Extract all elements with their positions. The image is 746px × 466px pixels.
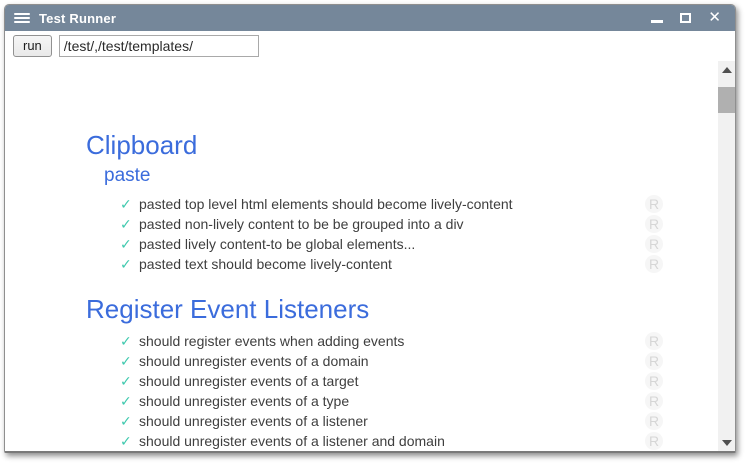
scrollbar-thumb[interactable] (718, 87, 735, 113)
section-group-title: paste (104, 165, 663, 187)
rerun-button[interactable]: R (645, 235, 663, 253)
rerun-button[interactable]: R (645, 195, 663, 213)
section-title: Register Event Listeners (86, 295, 663, 324)
test-section-clipboard: Clipboard paste ✓ pasted top level html … (86, 131, 663, 274)
check-icon: ✓ (120, 254, 132, 274)
rerun-button[interactable]: R (645, 332, 663, 350)
run-button[interactable]: run (13, 35, 52, 57)
test-label: should unregister events of a type (139, 391, 645, 411)
maximize-icon (680, 13, 691, 23)
minimize-button[interactable] (651, 11, 663, 25)
test-label: pasted lively content-to be global eleme… (139, 234, 645, 254)
check-icon: ✓ (120, 331, 132, 351)
check-icon: ✓ (120, 371, 132, 391)
section-title: Clipboard (86, 131, 663, 160)
test-row: ✓ pasted top level html elements should … (120, 194, 663, 214)
test-row: ✓ should unregister events of a domain R (120, 351, 663, 371)
test-runner-window: Test Runner ✕ run Clipboard paste ✓ past… (4, 4, 736, 453)
check-icon: ✓ (120, 214, 132, 234)
scroll-down-button[interactable] (718, 434, 735, 451)
test-label: should unregister events of a target (139, 371, 645, 391)
test-results-pane: Clipboard paste ✓ pasted top level html … (5, 61, 718, 451)
minimize-icon (651, 20, 663, 23)
scroll-up-icon (722, 67, 732, 73)
titlebar[interactable]: Test Runner ✕ (5, 5, 735, 31)
test-label: should unregister events of a domain (139, 351, 645, 371)
test-row: ✓ should register events when adding eve… (120, 331, 663, 351)
test-row: ✓ pasted text should become lively-conte… (120, 254, 663, 274)
test-row: ✓ pasted lively content-to be global ele… (120, 234, 663, 254)
rerun-button[interactable]: R (645, 215, 663, 233)
test-label: pasted text should become lively-content (139, 254, 645, 274)
test-label: should unregister events of a listener (139, 411, 645, 431)
check-icon: ✓ (120, 351, 132, 371)
rerun-button[interactable]: R (645, 412, 663, 430)
test-label: should unregister events of a listener a… (139, 431, 645, 451)
rerun-button[interactable]: R (645, 432, 663, 450)
test-row: ✓ should unregister events of a listener… (120, 411, 663, 431)
toolbar: run (5, 31, 735, 61)
scroll-up-button[interactable] (718, 61, 735, 78)
test-path-input[interactable] (59, 35, 259, 57)
rerun-button[interactable]: R (645, 352, 663, 370)
test-row: ✓ should unregister events of a listener… (120, 431, 663, 451)
check-icon: ✓ (120, 234, 132, 254)
rerun-button[interactable]: R (645, 372, 663, 390)
menu-icon[interactable] (14, 11, 30, 25)
rerun-button[interactable]: R (645, 255, 663, 273)
check-icon: ✓ (120, 391, 132, 411)
maximize-button[interactable] (680, 11, 691, 25)
test-label: pasted non-lively content to be be group… (139, 214, 645, 234)
test-section-register-event-listeners: Register Event Listeners ✓ should regist… (86, 295, 663, 451)
check-icon: ✓ (120, 411, 132, 431)
test-row: ✓ should unregister events of a target R (120, 371, 663, 391)
test-label: should register events when adding event… (139, 331, 645, 351)
vertical-scrollbar[interactable] (718, 61, 735, 451)
close-button[interactable]: ✕ (708, 11, 721, 25)
rerun-button[interactable]: R (645, 392, 663, 410)
test-row: ✓ pasted non-lively content to be be gro… (120, 214, 663, 234)
check-icon: ✓ (120, 431, 132, 451)
window-title: Test Runner (39, 11, 116, 26)
test-label: pasted top level html elements should be… (139, 194, 645, 214)
check-icon: ✓ (120, 194, 132, 214)
test-row: ✓ should unregister events of a type R (120, 391, 663, 411)
scroll-down-icon (722, 440, 732, 446)
content-area: Clipboard paste ✓ pasted top level html … (5, 61, 735, 451)
